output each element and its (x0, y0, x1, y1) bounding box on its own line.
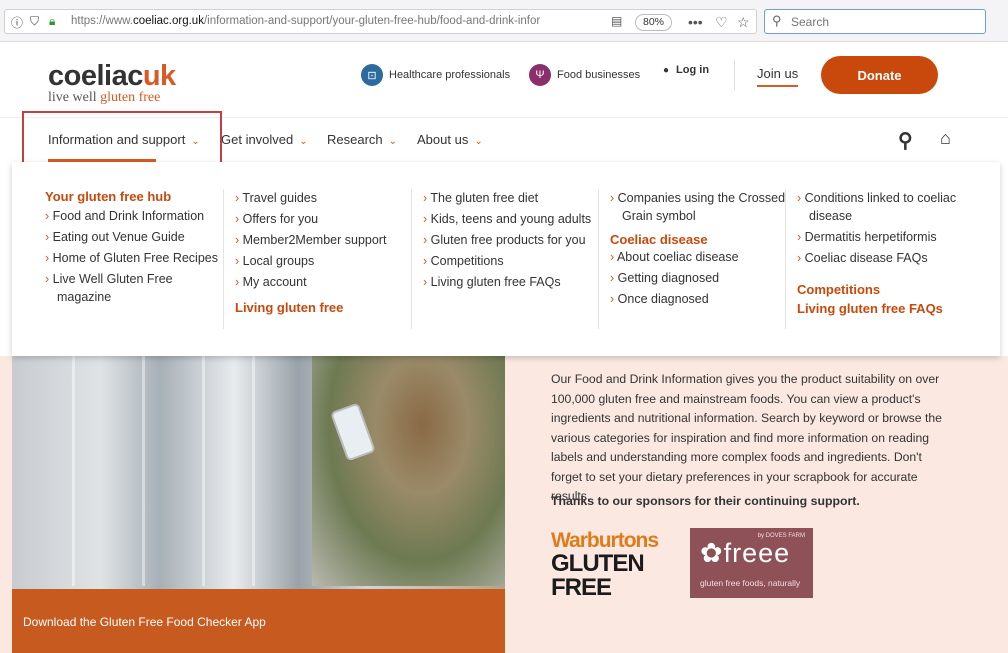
menu-link-kids-teens[interactable]: Kids, teens and young adults (423, 210, 599, 228)
menu-heading-living-gluten-free[interactable]: Living gluten free (235, 299, 411, 316)
chevron-down-icon: ⌄ (191, 136, 200, 147)
medical-bag-icon: ⊡ (361, 64, 383, 86)
main-nav: Information and support ⌄ Get involved ⌄ R… (0, 117, 1008, 162)
nav-get-involved[interactable]: Get involved ⌄ (221, 132, 308, 147)
menu-col-living: Travel guides Offers for you Member2Memb… (223, 189, 411, 329)
menu-link-travel-guides[interactable]: Travel guides (235, 189, 411, 207)
pocket-icon[interactable]: ♡ (715, 14, 728, 31)
chevron-down-icon: ⌄ (388, 136, 398, 147)
menu-col-diet: The gluten free diet Kids, teens and you… (411, 189, 599, 329)
user-icon: ● (663, 64, 670, 76)
freee-logo[interactable]: by DOVES FARM ✿freee gluten free foods, … (690, 528, 813, 598)
menu-link-competitions[interactable]: Competitions (423, 252, 599, 270)
menu-link-conditions[interactable]: Conditions linked to coeliac disease (797, 189, 975, 225)
menu-link-dermatitis[interactable]: Dermatitis herpetiformis (797, 228, 975, 246)
more-actions-icon[interactable]: ••• (688, 14, 703, 30)
hero-photo: Download the Gluten Free Food Checker Ap… (12, 356, 505, 653)
logo-tagline: live well gluten free (48, 90, 161, 105)
chevron-down-icon: ⌄ (299, 136, 308, 147)
basket-icon[interactable]: ⌂ (940, 128, 951, 149)
menu-col-conditions: Conditions linked to coeliac disease Der… (785, 189, 975, 329)
menu-heading-living-faqs[interactable]: Living gluten free FAQs (797, 300, 975, 317)
browser-toolbar: ⓘ ⛉ 🔒︎ https://www.coeliac.org.uk/inform… (0, 0, 1008, 42)
menu-link-magazine[interactable]: Live Well Gluten Free magazine (45, 270, 225, 306)
menu-link-once-diagnosed[interactable]: Once diagnosed (610, 290, 786, 308)
cutlery-icon: Ψ (529, 64, 551, 86)
food-businesses-link[interactable]: Ψ Food businesses (529, 64, 640, 86)
freee-brand: ✿freee (700, 538, 791, 568)
menu-heading-coeliac-disease[interactable]: Coeliac disease (610, 231, 786, 248)
zoom-indicator[interactable]: 80% (635, 14, 673, 31)
menu-link-local-groups[interactable]: Local groups (235, 252, 411, 270)
chevron-down-icon: ⌄ (474, 136, 483, 147)
search-icon: ⚲ (772, 13, 782, 28)
shopper-figure (312, 356, 505, 586)
menu-link-coeliac-faqs[interactable]: Coeliac disease FAQs (797, 249, 975, 267)
menu-heading-competitions[interactable]: Competitions (797, 281, 975, 298)
join-us-link[interactable]: Join us (757, 66, 799, 87)
menu-heading-gluten-free-hub[interactable]: Your gluten free hub (45, 189, 225, 204)
menu-link-gluten-free-diet[interactable]: The gluten free diet (423, 189, 599, 207)
menu-col-coeliac: Companies using the Crossed Grain symbol… (598, 189, 786, 329)
donate-button[interactable]: Donate (821, 56, 938, 94)
browser-search-input[interactable] (791, 13, 971, 30)
login-link[interactable]: ● Log in (663, 64, 709, 76)
nav-research[interactable]: Research ⌄ (327, 132, 397, 147)
address-bar[interactable]: ⓘ ⛉ 🔒︎ https://www.coeliac.org.uk/inform… (4, 9, 757, 34)
coeliac-uk-logo[interactable]: coeliacuk live well gluten free (48, 60, 176, 105)
hero-section: Download the Gluten Free Food Checker Ap… (0, 356, 1008, 653)
url-text[interactable]: https://www.coeliac.org.uk/information-a… (71, 15, 591, 27)
nav-information-and-support[interactable]: Information and support ⌄ (48, 132, 200, 147)
mega-menu: Your gluten free hub Food and Drink Info… (12, 162, 1000, 356)
warburtons-logo[interactable]: Warburtons GLUTEN FREE (551, 530, 675, 600)
menu-link-about-coeliac[interactable]: About coeliac disease (610, 248, 786, 266)
menu-link-recipes[interactable]: Home of Gluten Free Recipes (45, 249, 225, 267)
nav-about-us[interactable]: About us ⌄ (417, 132, 483, 147)
menu-link-eating-out[interactable]: Eating out Venue Guide (45, 228, 225, 246)
info-icon[interactable]: ⓘ (11, 14, 23, 31)
intro-paragraph: Our Food and Drink Information gives you… (551, 372, 942, 503)
menu-col-hub: Your gluten free hub Food and Drink Info… (45, 189, 225, 329)
header-divider (734, 60, 735, 90)
menu-link-living-faqs[interactable]: Living gluten free FAQs (423, 273, 599, 291)
menu-link-member2member[interactable]: Member2Member support (235, 231, 411, 249)
lock-icon: 🔒︎ (49, 14, 56, 28)
menu-link-my-account[interactable]: My account (235, 273, 411, 291)
menu-link-food-drink-information[interactable]: Food and Drink Information (45, 207, 225, 225)
reader-view-icon[interactable]: ▤ (611, 14, 622, 28)
healthcare-professionals-link[interactable]: ⊡ Healthcare professionals (361, 64, 510, 86)
menu-link-getting-diagnosed[interactable]: Getting diagnosed (610, 269, 786, 287)
search-icon[interactable]: ⚲ (898, 128, 913, 153)
download-app-banner[interactable]: Download the Gluten Free Food Checker Ap… (12, 589, 505, 653)
menu-link-gluten-free-products[interactable]: Gluten free products for you (423, 231, 599, 249)
browser-search-box[interactable]: ⚲ (764, 9, 986, 34)
menu-link-crossed-grain[interactable]: Companies using the Crossed Grain symbol (610, 189, 786, 225)
download-app-link[interactable]: Download the Gluten Free Food Checker Ap… (23, 615, 266, 629)
bookmark-star-icon[interactable]: ☆ (737, 14, 750, 31)
menu-link-offers[interactable]: Offers for you (235, 210, 411, 228)
site-header: coeliacuk live well gluten free ⊡ Health… (0, 42, 1008, 117)
sponsors-thanks: Thanks to our sponsors for their continu… (551, 494, 860, 508)
shield-icon[interactable]: ⛉ (30, 14, 39, 29)
